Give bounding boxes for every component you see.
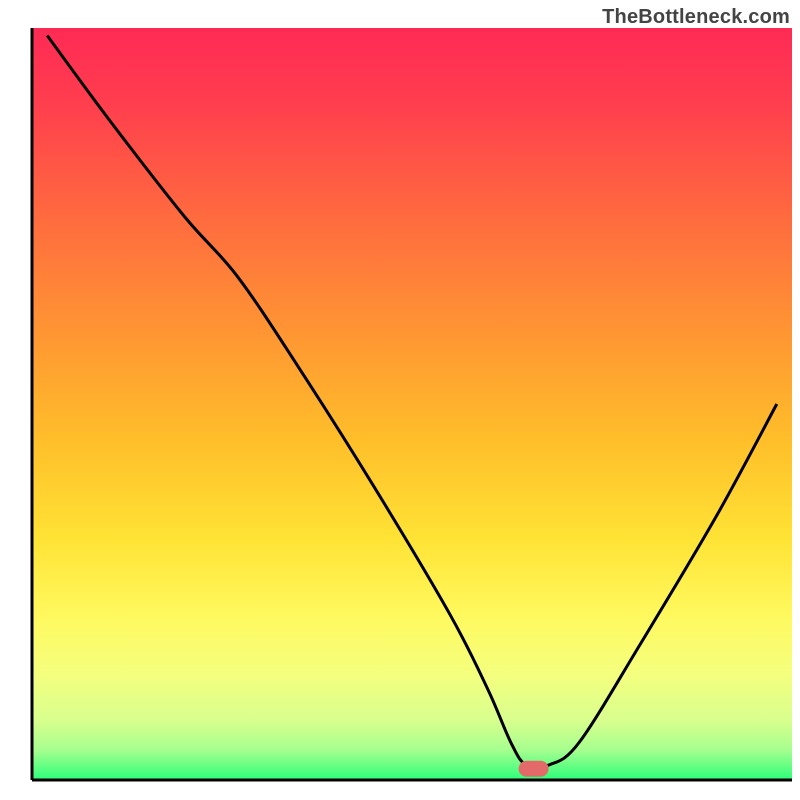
optimal-marker [519, 761, 549, 777]
watermark-text: TheBottleneck.com [602, 6, 790, 29]
bottleneck-chart [0, 0, 800, 800]
plot-background [32, 28, 792, 780]
